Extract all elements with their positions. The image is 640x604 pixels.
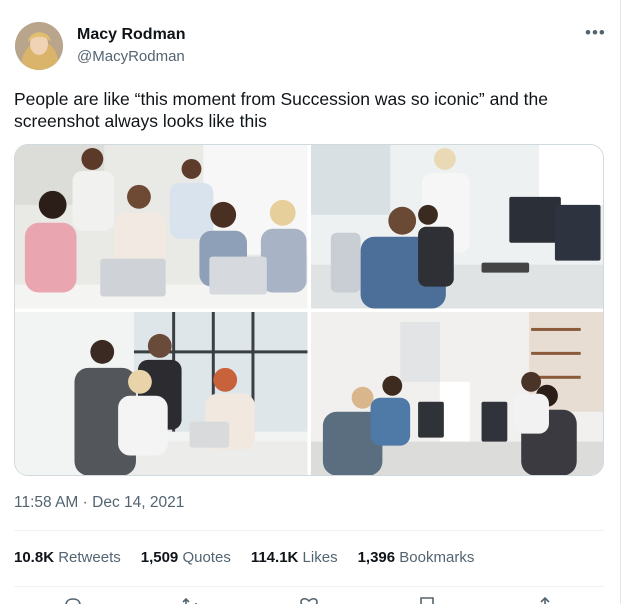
quotes-label: Quotes bbox=[182, 549, 231, 566]
media-photo-4[interactable] bbox=[310, 311, 603, 475]
author-handle[interactable]: @MacyRodman bbox=[77, 48, 185, 65]
bookmarks-count: 1,396 bbox=[357, 549, 396, 566]
frame-edge bbox=[620, 0, 621, 604]
author-name[interactable]: Macy Rodman bbox=[77, 26, 185, 44]
tweet-date[interactable]: Dec 14, 2021 bbox=[92, 494, 184, 511]
tweet-timestamp[interactable]: 11:58 AM · Dec 14, 2021 bbox=[14, 494, 184, 512]
action-bar bbox=[14, 597, 604, 604]
retweets-label: Retweets bbox=[58, 549, 121, 566]
more-options-icon[interactable]: ••• bbox=[585, 23, 606, 43]
likes-count: 114.1K bbox=[250, 549, 299, 566]
avatar[interactable] bbox=[15, 22, 63, 70]
tweet-time[interactable]: 11:58 AM bbox=[14, 494, 78, 511]
media-photo-2[interactable] bbox=[310, 145, 603, 309]
bookmarks-stat[interactable]: 1,396 Bookmarks bbox=[358, 549, 475, 566]
reply-icon[interactable] bbox=[64, 597, 82, 604]
bookmarks-label: Bookmarks bbox=[399, 549, 475, 566]
divider-top bbox=[14, 530, 604, 531]
retweet-icon[interactable] bbox=[182, 597, 200, 604]
media-photo-3[interactable] bbox=[15, 311, 308, 475]
likes-stat[interactable]: 114.1K Likes bbox=[251, 549, 338, 566]
retweets-stat[interactable]: 10.8K Retweets bbox=[14, 549, 121, 566]
avatar-image bbox=[15, 22, 63, 70]
quotes-stat[interactable]: 1,509 Quotes bbox=[141, 549, 231, 566]
quotes-count: 1,509 bbox=[140, 549, 179, 566]
likes-label: Likes bbox=[302, 549, 338, 566]
tweet-text: People are like “this moment from Succes… bbox=[14, 89, 548, 131]
divider-bottom bbox=[14, 586, 604, 587]
bookmark-icon[interactable] bbox=[418, 597, 436, 604]
media-photo-1[interactable] bbox=[15, 145, 308, 309]
like-icon[interactable] bbox=[300, 597, 318, 604]
retweets-count: 10.8K bbox=[14, 549, 55, 566]
media-grid bbox=[14, 144, 604, 476]
engagement-stats: 10.8K Retweets 1,509 Quotes 114.1K Likes… bbox=[14, 549, 494, 566]
timestamp-separator: · bbox=[82, 494, 88, 511]
share-icon[interactable] bbox=[536, 597, 554, 604]
